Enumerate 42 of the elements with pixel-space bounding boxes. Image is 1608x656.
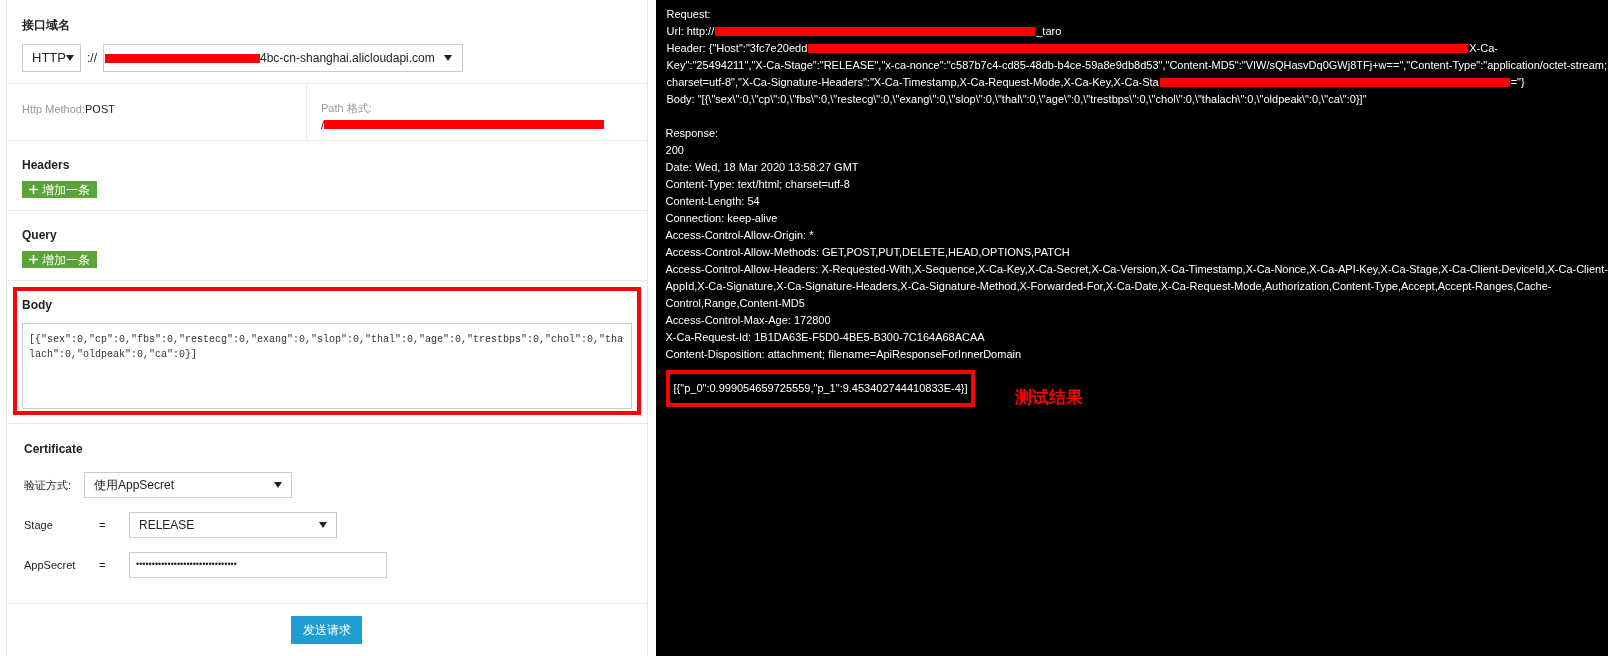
console-text: X-Ca-Request-Id: 1B1DA63E-F5D0-4BE5-B300-7C164A68ACAA — [665, 330, 985, 345]
section-title: 接口域名 — [22, 17, 71, 34]
caret-icon — [274, 482, 282, 488]
section-title: Certificate — [24, 441, 84, 458]
separator-text: :// — [87, 50, 97, 67]
console-text: Access-Control-Allow-Origin: * — [665, 228, 814, 243]
console-text: Access-Control-Allow-Headers: X-Requested-With,X-Sequence,X-Ca-Key,X-Ca-Secret,X-Ca-Version,X-Ca-Timestamp,X-Ca-Nonce,X-Ca-API-Key,X-Ca-Stage,X-Ca-Client-DeviceId,X-Ca-Client- — [665, 262, 1608, 277]
http-method-text: Http Method:POST — [22, 103, 115, 115]
host-select[interactable]: 4bc-cn-shanghai.alicloudapi.com — [103, 44, 463, 72]
console-text: Response: — [665, 126, 719, 141]
select-field[interactable]: RELEASE — [129, 512, 337, 538]
plus-icon — [29, 185, 38, 194]
console-text: Content-Type: text/html; charset=utf-8 — [665, 177, 850, 192]
protocol-select[interactable]: HTTP — [22, 44, 81, 72]
console-text: Date: Wed, 18 Mar 2020 13:58:27 GMT — [665, 160, 859, 175]
caret-icon — [319, 522, 327, 528]
console-text: Control,Range,Content-MD5 — [665, 296, 805, 311]
body-textarea[interactable]: [{"sex":0,"cp":0,"fbs":0,"restecg":0,"exang":0,"slop":0,"thal":0,"age":0,"trestbps":0,"chol":0,"thalach":0,"oldpeak":0,"ca":0}] — [22, 323, 632, 409]
path-value: / — [321, 117, 325, 133]
path-label: Path 格式: — [321, 101, 373, 116]
console-text: Access-Control-Allow-Methods: GET,POST,PUT,DELETE,HEAD,OPTIONS,PATCH — [665, 245, 1070, 260]
annotation-text: 测试结果 — [1015, 389, 1084, 406]
section-title: Headers — [22, 157, 71, 174]
console-text: Content-Length: 54 — [665, 194, 760, 209]
caret-icon — [65, 55, 74, 61]
section-title: Body — [22, 297, 53, 314]
caret-icon — [444, 55, 452, 61]
console-text: Connection: keep-alive — [665, 211, 778, 226]
plus-icon — [29, 255, 38, 264]
select-field[interactable]: 使用AppSecret — [84, 472, 292, 498]
section-title: Query — [22, 227, 58, 244]
console-text: Access-Control-Max-Age: 172800 — [665, 313, 831, 328]
field-label: AppSecret — [24, 557, 77, 573]
console-text: 200 — [665, 143, 684, 158]
console-text: AppId,X-Ca-Signature,X-Ca-Signature-Headers,X-Ca-Signature-Method,X-Forwarded-For,X-Ca-Date,X-Ca-Request-Mode,Authorization,Content-Type,Accept,Accept-Ranges,Cache- — [665, 279, 1552, 294]
field-label: 验证方式: — [24, 477, 73, 493]
equals-sign: = — [98, 517, 107, 533]
equals-sign: = — [98, 557, 107, 573]
secret-field[interactable]: •••••••••••••••••••••••••••••••• — [129, 552, 387, 578]
result-text: [{"p_0":0.999054659725559,"p_1":9.453402744410833E-4}] — [665, 370, 976, 407]
console-text: Content-Disposition: attachment; filename=ApiResponseForInnerDomain — [665, 347, 1022, 362]
field-label: Stage — [24, 517, 54, 533]
